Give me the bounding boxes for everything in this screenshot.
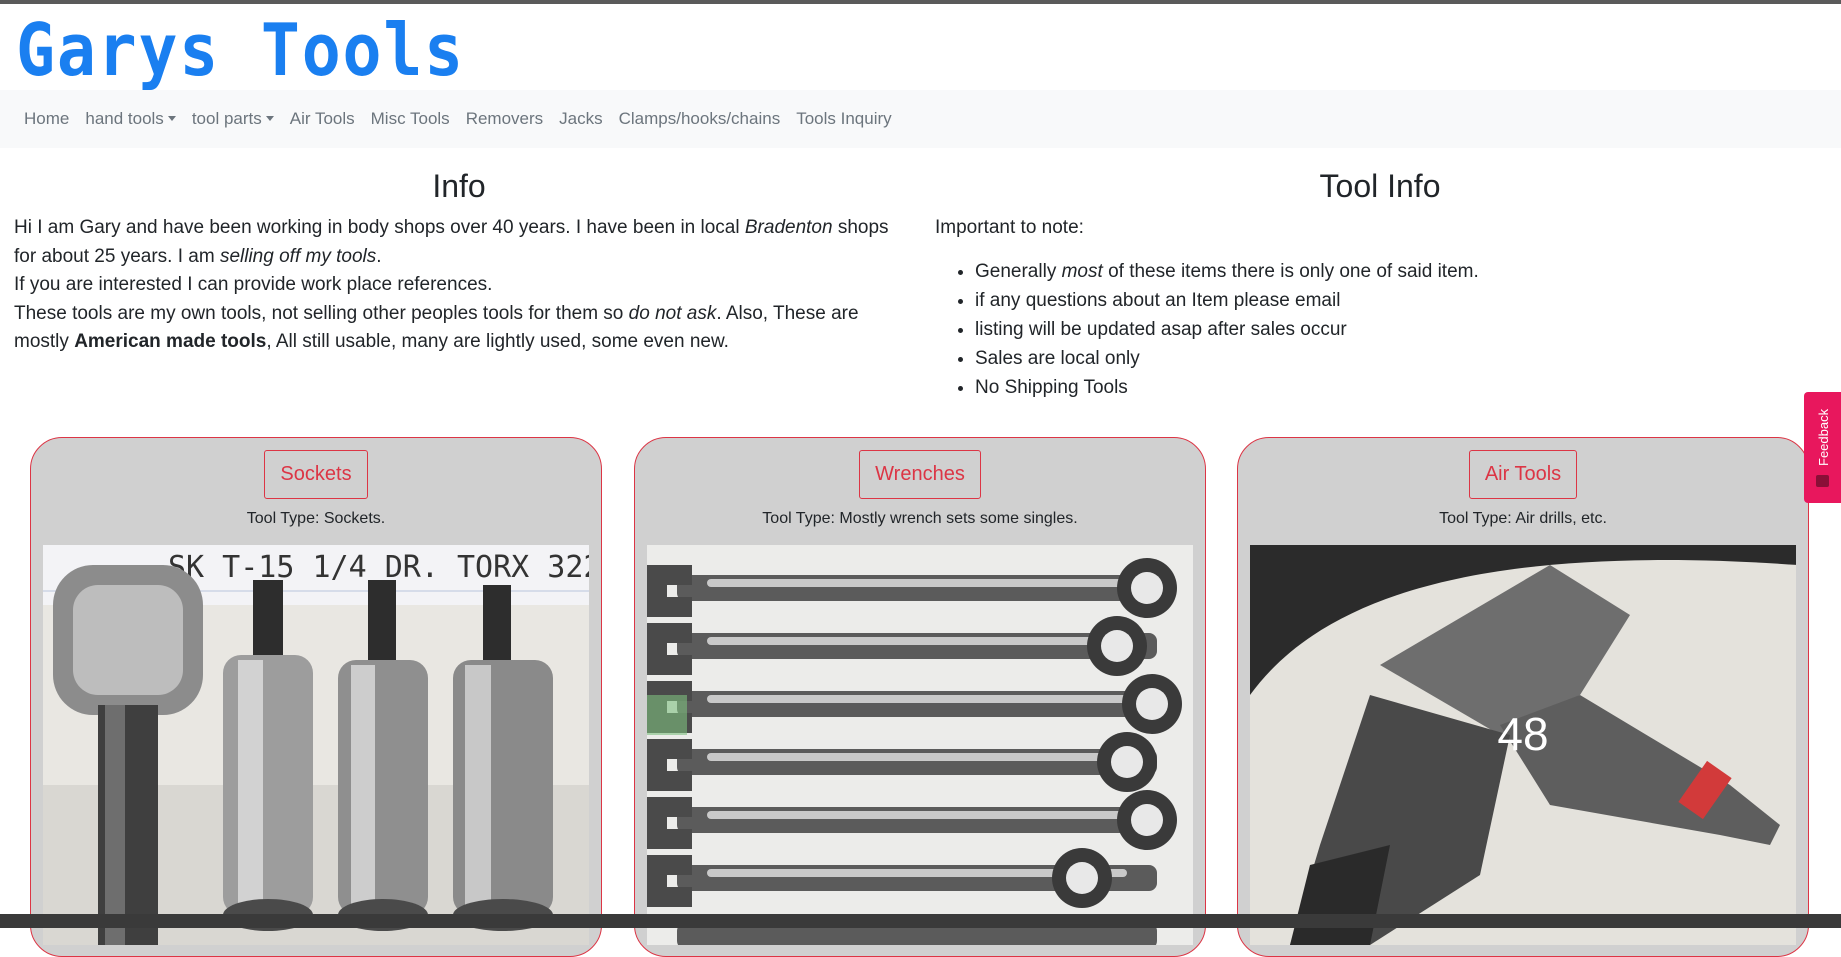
info-p3-emphasis: do not ask [628, 302, 717, 324]
info-p3-text-a: These tools are my own tools, not sellin… [14, 302, 629, 324]
list-item: if any questions about an Item please em… [975, 286, 1825, 315]
list-item: No Shipping Tools [975, 373, 1825, 402]
card-tool-type: Tool Type: Sockets. [246, 510, 386, 527]
info-p1-text-c: . [376, 245, 382, 267]
info-paragraph-3: These tools are my own tools, not sellin… [14, 300, 904, 357]
nav-jacks-label: Jacks [559, 109, 603, 128]
sockets-photo-image: SK T-15 1/4 DR. TORX 322 [43, 545, 589, 945]
nav-tools-inquiry[interactable]: Tools Inquiry [788, 109, 899, 129]
tool-info-intro: Important to note: [935, 217, 1084, 238]
feedback-icon [1816, 475, 1829, 487]
card-sockets: Sockets Tool Type: Sockets. SK T-15 1/4 … [30, 437, 602, 957]
photo-label-text: SK T-15 1/4 DR. TORX 322 [168, 550, 589, 585]
image-counter-overlay: 48 [1497, 708, 1549, 760]
nav-air-tools-label: Air Tools [289, 109, 355, 128]
air-tools-button[interactable]: Air Tools [1468, 450, 1578, 499]
bottom-overlay-bar [0, 914, 1841, 928]
nav-home-label: Home [24, 109, 70, 128]
sockets-photo[interactable]: SK T-15 1/4 DR. TORX 322 [43, 545, 589, 945]
list-item: listing will be updated asap after sales… [975, 315, 1825, 344]
card-tool-type: Tool Type: Air drills, etc. [1439, 510, 1607, 527]
card-air-tools: Air Tools Tool Type: Air drills, etc. 48 [1237, 437, 1809, 957]
nav-home[interactable]: Home [16, 109, 77, 129]
info-paragraph-2: If you are interested I can provide work… [14, 274, 493, 295]
nav-misc-tools-label: Misc Tools [370, 109, 450, 128]
info-p1-text-a: Hi I am Gary and have been working in bo… [14, 217, 745, 238]
sockets-button[interactable]: Sockets [264, 450, 368, 499]
info-section: Info Hi I am Gary and have been working … [14, 166, 904, 357]
nav-clamps-label: Clamps/hooks/chains [618, 109, 781, 128]
bullet1-emphasis: most [1061, 260, 1103, 282]
info-title: Info [432, 168, 486, 204]
bullet1-text-a: Generally [975, 260, 1062, 282]
tool-info-list: Generally most of these items there is o… [935, 257, 1825, 402]
site-logo[interactable]: Garys Tools [16, 6, 465, 94]
nav-tool-parts-label: tool parts [191, 109, 262, 128]
info-paragraph-1: Hi I am Gary and have been working in bo… [14, 214, 904, 271]
info-p1-emphasis-2: selling off my tools [219, 245, 377, 267]
feedback-tab[interactable]: Feedback [1804, 392, 1841, 503]
window-top-border [0, 0, 1841, 4]
air-tools-photo[interactable]: 48 [1250, 545, 1796, 945]
card-tool-type: Tool Type: Mostly wrench sets some singl… [762, 510, 1078, 527]
nav-removers[interactable]: Removers [458, 109, 551, 129]
list-item: Generally most of these items there is o… [975, 257, 1825, 286]
caret-down-icon [265, 116, 274, 121]
card-wrenches: Wrenches Tool Type: Mostly wrench sets s… [634, 437, 1206, 957]
nav-misc-tools[interactable]: Misc Tools [363, 109, 458, 129]
wrenches-photo-image [647, 545, 1193, 945]
nav-jacks[interactable]: Jacks [551, 109, 610, 129]
nav-hand-tools-label: hand tools [85, 109, 164, 128]
info-p3-text-c: , All still usable, many are lightly use… [266, 331, 729, 352]
nav-hand-tools-dropdown[interactable]: hand tools [77, 109, 183, 129]
bullet1-text-b: of these items there is only one of said… [1102, 260, 1479, 282]
nav-tool-parts-dropdown[interactable]: tool parts [184, 109, 282, 129]
nav-tools-inquiry-label: Tools Inquiry [796, 109, 892, 128]
wrenches-button[interactable]: Wrenches [859, 450, 981, 499]
feedback-label: Feedback [1816, 408, 1831, 466]
wrenches-photo[interactable] [647, 545, 1193, 945]
info-p3-strong: American made tools [74, 331, 267, 352]
caret-down-icon [167, 116, 176, 121]
info-p1-emphasis: Bradenton [744, 217, 833, 238]
tool-info-section: Tool Info Important to note: Generally m… [935, 166, 1825, 402]
list-item: Sales are local only [975, 344, 1825, 373]
tool-info-title: Tool Info [1319, 168, 1441, 204]
nav-removers-label: Removers [465, 109, 544, 128]
nav-clamps-hooks-chains[interactable]: Clamps/hooks/chains [611, 109, 789, 129]
nav-air-tools[interactable]: Air Tools [282, 109, 363, 129]
main-navbar: Home hand tools tool parts Air Tools Mis… [0, 90, 1841, 148]
